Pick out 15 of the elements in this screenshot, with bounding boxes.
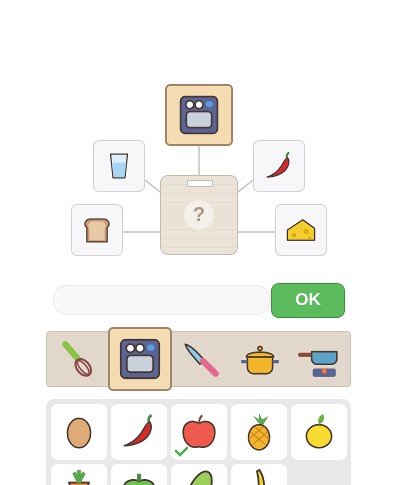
- question-mark: ?: [184, 200, 214, 230]
- connector-line: [238, 179, 254, 193]
- ingredient-tile[interactable]: [231, 404, 287, 460]
- connector-line: [123, 231, 160, 233]
- answer-field[interactable]: [53, 285, 270, 315]
- handle-slot: [187, 180, 213, 187]
- ok-button[interactable]: OK: [271, 282, 345, 318]
- ingredient-tile[interactable]: [111, 404, 167, 460]
- ingredient-tile[interactable]: [171, 404, 227, 460]
- connector-line: [198, 146, 200, 175]
- connector-line: [238, 231, 275, 233]
- tool-tile[interactable]: [108, 327, 172, 391]
- ingredient-tile[interactable]: [291, 404, 347, 460]
- connector-line: [144, 179, 160, 193]
- ingredient-tile[interactable]: [51, 404, 107, 460]
